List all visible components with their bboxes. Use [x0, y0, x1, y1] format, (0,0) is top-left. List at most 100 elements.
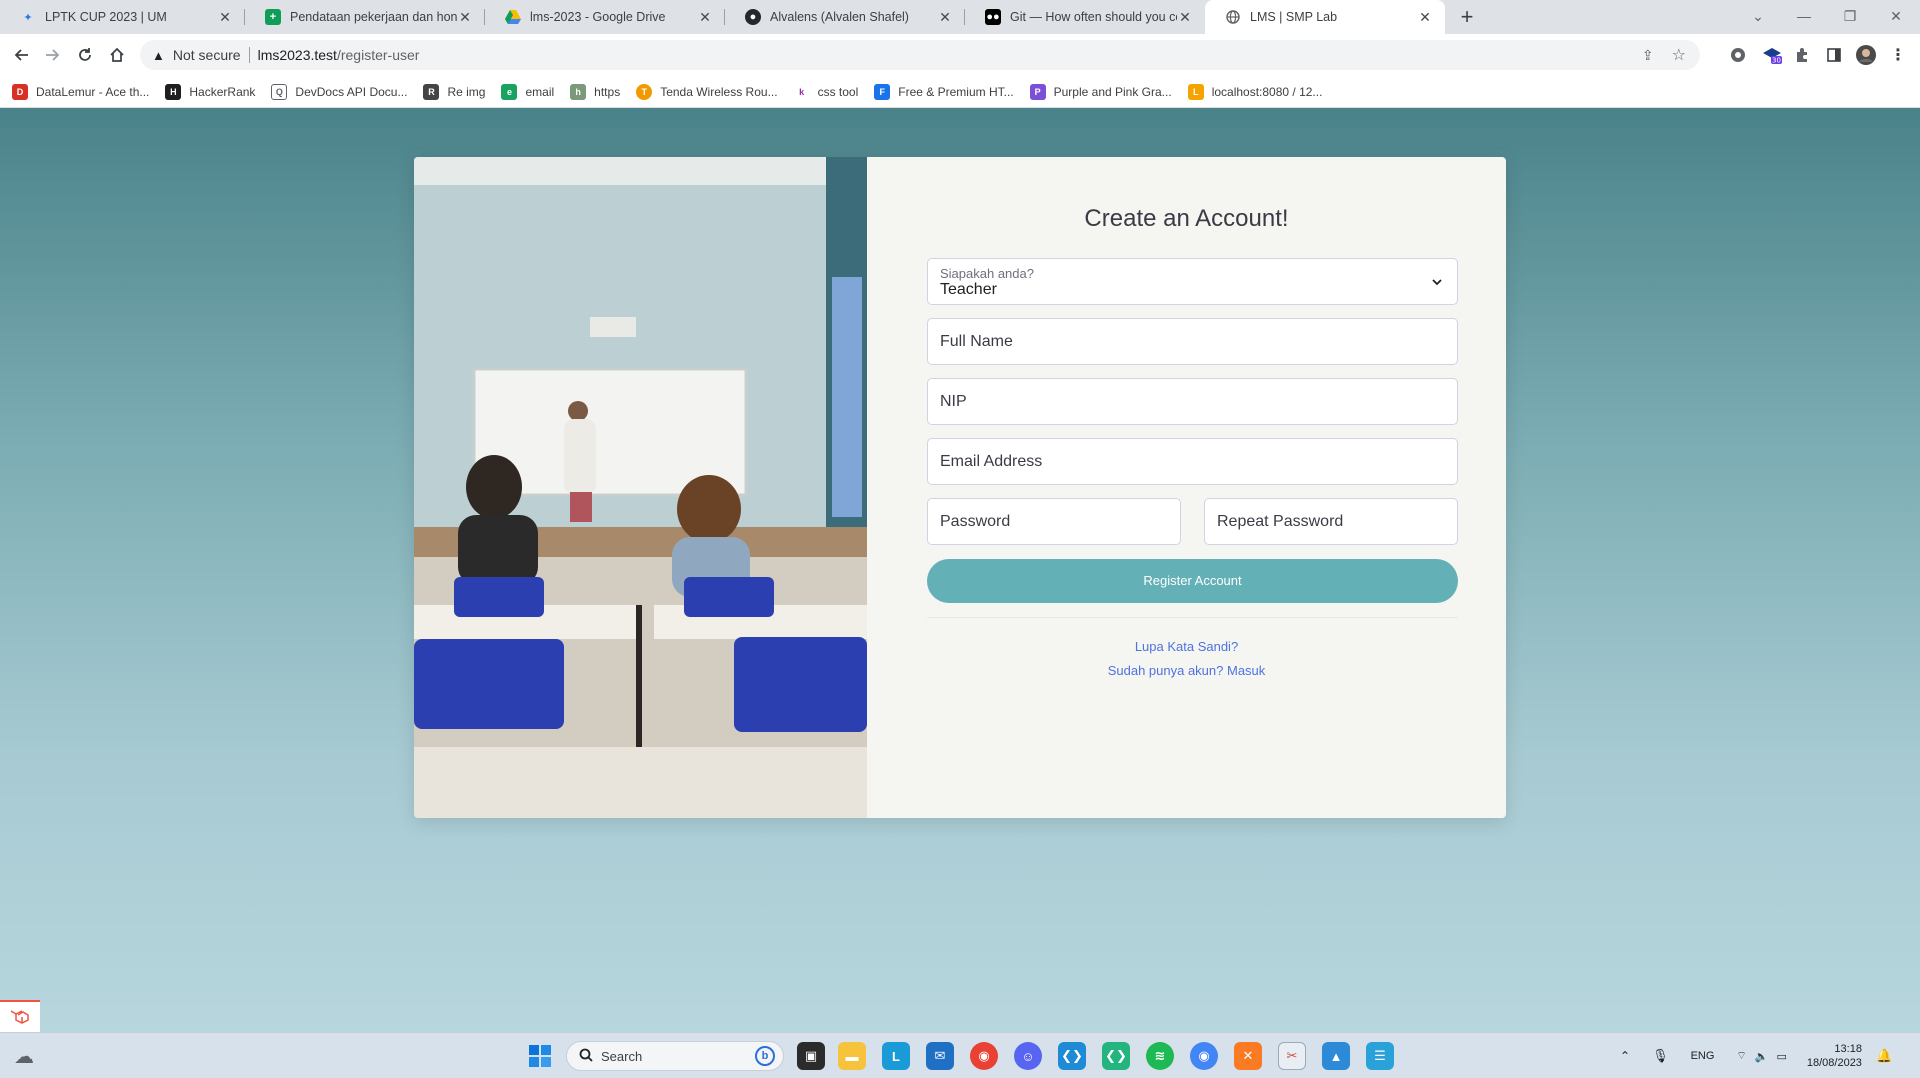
- password-input[interactable]: Password: [927, 498, 1181, 545]
- reload-button[interactable]: [69, 39, 101, 71]
- new-tab-button[interactable]: +: [1453, 3, 1481, 31]
- email-placeholder: Email Address: [940, 453, 1043, 470]
- email-input[interactable]: Email Address: [927, 438, 1458, 485]
- battery-icon[interactable]: ▭: [1776, 1050, 1786, 1063]
- bookmark-hackerrank[interactable]: H HackerRank: [165, 83, 255, 100]
- chevron-down-icon: [1431, 275, 1443, 293]
- lms-app-icon[interactable]: L: [882, 1042, 910, 1070]
- file-explorer-icon[interactable]: ▬: [838, 1042, 866, 1070]
- forward-button[interactable]: [37, 39, 69, 71]
- role-select[interactable]: Siapakah anda? Teacher: [927, 258, 1458, 305]
- volume-icon[interactable]: 🔈: [1755, 1050, 1769, 1063]
- language-indicator[interactable]: ENG: [1691, 1050, 1715, 1062]
- home-icon: [110, 47, 124, 62]
- bookmark-https[interactable]: h https: [570, 83, 620, 100]
- task-view-icon[interactable]: ▣: [797, 1042, 825, 1070]
- restore-button[interactable]: ❐: [1828, 0, 1872, 34]
- tab-lms-active[interactable]: LMS | SMP Lab ✕: [1205, 0, 1445, 34]
- weather-icon[interactable]: ☁: [10, 1042, 38, 1070]
- classroom-image: [414, 157, 867, 818]
- repeat-password-input[interactable]: Repeat Password: [1204, 498, 1458, 545]
- profile-avatar[interactable]: [1854, 43, 1878, 67]
- bookmark-purple-pink[interactable]: P Purple and Pink Gra...: [1029, 83, 1172, 100]
- warning-icon[interactable]: ▲: [152, 48, 165, 63]
- chrome-dev-icon[interactable]: ◉: [1190, 1042, 1218, 1070]
- spotify-icon[interactable]: ≋: [1146, 1042, 1174, 1070]
- close-icon[interactable]: ✕: [457, 9, 473, 26]
- address-bar[interactable]: ▲ Not secure lms2023.test/register-user …: [140, 40, 1700, 70]
- tab-title: LPTK CUP 2023 | UM: [45, 10, 167, 24]
- close-icon[interactable]: ✕: [697, 9, 713, 26]
- bookmark-re-img[interactable]: R Re img: [423, 83, 485, 100]
- windows-start-icon[interactable]: [526, 1042, 554, 1070]
- close-icon[interactable]: ✕: [1417, 9, 1433, 26]
- photos-icon[interactable]: ▲: [1322, 1042, 1350, 1070]
- minimize-button[interactable]: —: [1782, 0, 1826, 34]
- laravel-debug-badge[interactable]: [0, 1000, 40, 1032]
- close-icon[interactable]: ✕: [1177, 9, 1193, 26]
- back-button[interactable]: [5, 39, 37, 71]
- globe-favicon: [1225, 9, 1241, 25]
- clock-date: 18/08/2023: [1806, 1057, 1862, 1069]
- taskbar-search[interactable]: Search b: [566, 1041, 784, 1071]
- mail-icon[interactable]: ✉: [926, 1042, 954, 1070]
- clock[interactable]: 13:18 18/08/2023: [1807, 1042, 1862, 1070]
- system-tray: ⌃ 🎙 ENG ⌔ 🔈 ▭ 13:18 18/08/2023 🔔: [1620, 1033, 1892, 1078]
- tab-lptk[interactable]: ✦ LPTK CUP 2023 | UM ✕: [0, 0, 245, 34]
- bookmark-datalemur[interactable]: D DataLemur - Ace th...: [12, 83, 149, 100]
- bookmark-css-tool[interactable]: k css tool: [793, 83, 858, 100]
- notepad-icon[interactable]: ☰: [1366, 1042, 1394, 1070]
- vscode-insiders-icon[interactable]: ❮❯: [1102, 1042, 1130, 1070]
- bookmark-email[interactable]: e email: [501, 83, 554, 100]
- tab-pendataan[interactable]: + Pendataan pekerjaan dan honor ✕: [245, 0, 485, 34]
- close-window-button[interactable]: ✕: [1874, 0, 1918, 34]
- bookmark-free-premium[interactable]: F Free & Premium HT...: [874, 83, 1014, 100]
- close-icon[interactable]: ✕: [217, 9, 233, 26]
- forgot-password-link[interactable]: Lupa Kata Sandi?: [867, 639, 1506, 654]
- close-icon[interactable]: ✕: [937, 9, 953, 26]
- devdocs-icon: Q: [271, 83, 288, 100]
- bookmark-star-icon[interactable]: ☆: [1672, 45, 1686, 65]
- datalemur-icon: D: [12, 83, 28, 100]
- snipping-tool-icon[interactable]: ✂: [1278, 1042, 1306, 1070]
- menu-kebab-icon[interactable]: ⋮: [1886, 43, 1910, 67]
- side-panel-icon[interactable]: [1822, 43, 1846, 67]
- tab-search-icon[interactable]: ⌄: [1736, 0, 1780, 34]
- arrow-left-icon: [14, 49, 28, 61]
- share-icon[interactable]: ⇪: [1642, 47, 1654, 64]
- svg-text:30: 30: [1772, 57, 1781, 65]
- bookmark-localhost[interactable]: Llocalhost:8080 / 12...: [1187, 83, 1322, 100]
- tab-google-drive[interactable]: lms-2023 - Google Drive ✕: [485, 0, 725, 34]
- discord-icon[interactable]: ☺: [1014, 1042, 1042, 1070]
- role-select-value: Teacher: [940, 281, 997, 298]
- tab-github[interactable]: ● Alvalens (Alvalen Shafel) ✕: [725, 0, 965, 34]
- wifi-icon[interactable]: ⌔: [1736, 1049, 1746, 1063]
- nip-input[interactable]: NIP: [927, 378, 1458, 425]
- repeat-password-placeholder: Repeat Password: [1217, 513, 1344, 530]
- free-premium-icon: F: [874, 83, 891, 100]
- extension-graduation-icon[interactable]: 30: [1760, 43, 1784, 67]
- login-link[interactable]: Sudah punya akun? Masuk: [867, 663, 1506, 678]
- home-button[interactable]: [101, 39, 133, 71]
- extension-globe-icon[interactable]: [1726, 43, 1750, 67]
- email-icon: e: [501, 83, 518, 100]
- bookmark-devdocs[interactable]: Q DevDocs API Docu...: [271, 83, 407, 100]
- tab-medium-git[interactable]: ●● Git — How often should you con ✕: [965, 0, 1205, 34]
- chrome-icon[interactable]: ◉: [970, 1042, 998, 1070]
- nip-placeholder: NIP: [940, 393, 967, 410]
- register-account-button[interactable]: Register Account: [927, 559, 1458, 603]
- extensions-puzzle-icon[interactable]: [1790, 43, 1814, 67]
- tab-strip: ✦ LPTK CUP 2023 | UM ✕ + Pendataan peker…: [0, 0, 1920, 34]
- chevron-up-icon[interactable]: ⌃: [1620, 1049, 1630, 1063]
- purple-pink-icon: P: [1029, 83, 1046, 100]
- bookmark-tenda[interactable]: T Tenda Wireless Rou...: [636, 83, 778, 100]
- search-icon: [579, 1048, 593, 1065]
- full-name-input[interactable]: Full Name: [927, 318, 1458, 365]
- url-host: lms2023.test: [257, 47, 337, 63]
- windows-taskbar: ☁ Search b ▣ ▬ L ✉ ◉ ☺ ❮❯ ❮❯ ≋ ◉ ✕ ✂ ▲ ☰…: [0, 1032, 1920, 1078]
- microphone-icon[interactable]: 🎙: [1652, 1048, 1669, 1064]
- xampp-icon[interactable]: ✕: [1234, 1042, 1262, 1070]
- notification-bell-icon[interactable]: 🔔: [1876, 1048, 1892, 1064]
- vscode-icon[interactable]: ❮❯: [1058, 1042, 1086, 1070]
- tab-title: Pendataan pekerjaan dan honor: [290, 10, 457, 24]
